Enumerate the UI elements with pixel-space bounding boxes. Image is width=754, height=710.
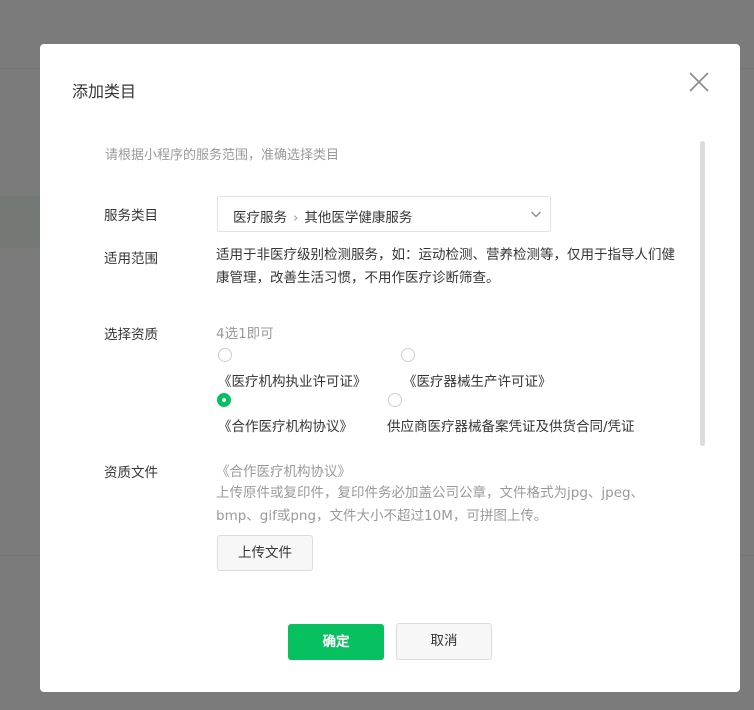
option-label-4[interactable]: 供应商医疗器械备案凭证及供货合同/凭证 <box>387 415 635 435</box>
service-category-select[interactable]: 医疗服务 › 其他医学健康服务 <box>217 196 551 232</box>
close-button[interactable] <box>685 68 713 96</box>
scope-text: 适用于非医疗级别检测服务，如：运动检测、营养检测等，仅用于指导人们健康管理，改善… <box>216 247 675 286</box>
radio-dot <box>222 398 226 402</box>
select-value: 医疗服务 › 其他医学健康服务 <box>233 206 412 226</box>
option-label-1[interactable]: 《医疗机构执业许可证》 <box>218 370 367 390</box>
radio-option-1[interactable] <box>218 348 232 362</box>
radio-option-2[interactable] <box>401 348 415 362</box>
scope-label: 适用范围 <box>104 251 158 267</box>
qualification-hint: 4选1即可 <box>216 326 274 342</box>
close-icon <box>689 72 709 92</box>
service-category-label: 服务类目 <box>104 208 158 224</box>
radio-option-3[interactable] <box>217 393 231 407</box>
qualification-label: 选择资质 <box>104 327 158 343</box>
files-label: 资质文件 <box>104 465 158 481</box>
upload-file-button[interactable]: 上传文件 <box>217 535 313 571</box>
dialog-title: 添加类目 <box>72 82 137 101</box>
chevron-right-icon: › <box>293 210 299 226</box>
option-label-2[interactable]: 《医疗器械生产许可证》 <box>403 370 552 390</box>
category-level1: 医疗服务 <box>233 210 287 226</box>
radio-option-4[interactable] <box>388 393 402 407</box>
scrollbar-thumb[interactable] <box>700 141 705 446</box>
category-level2: 其他医学健康服务 <box>304 210 413 226</box>
cancel-button[interactable]: 取消 <box>396 623 492 660</box>
add-category-dialog: 添加类目 请根据小程序的服务范围，准确选择类目 服务类目 医疗服务 › 其他医学健康… <box>40 44 740 692</box>
confirm-button[interactable]: 确定 <box>288 624 384 660</box>
upload-instructions: 上传原件或复印件，复印件务必加盖公司公章，文件格式为jpg、jpeg、bmp、g… <box>216 485 645 524</box>
chevron-down-icon <box>531 211 541 218</box>
option-label-3[interactable]: 《合作医疗机构协议》 <box>218 415 353 435</box>
dialog-tip: 请根据小程序的服务范围，准确选择类目 <box>105 148 340 163</box>
selected-file-type: 《合作医疗机构协议》 <box>216 464 351 480</box>
